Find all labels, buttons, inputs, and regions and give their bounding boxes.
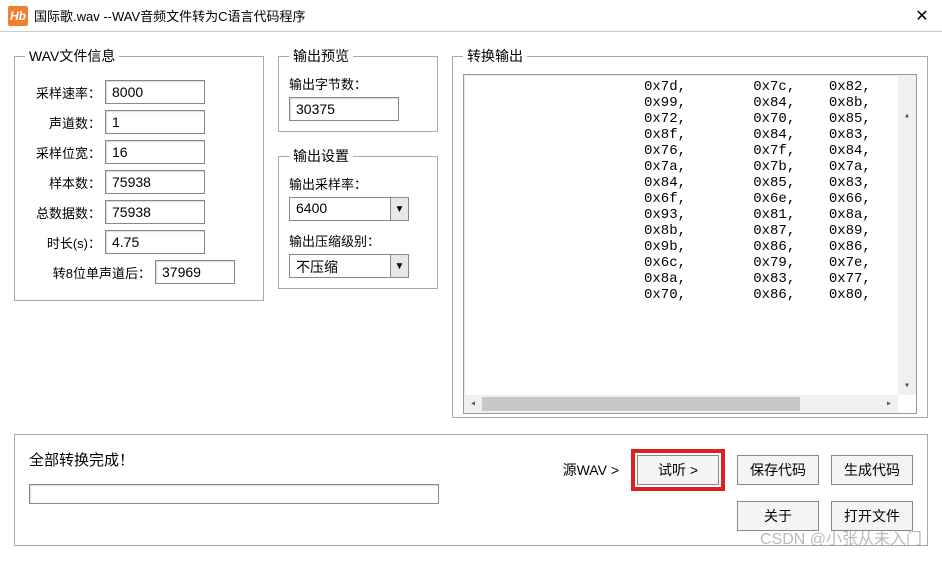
total-data-field[interactable] — [105, 200, 205, 224]
chevron-down-icon[interactable]: ▼ — [390, 198, 408, 220]
scroll-up-icon[interactable]: ▴ — [898, 107, 916, 125]
titlebar: Hb 国际歌.wav --WAV音频文件转为C语言代码程序 ✕ — [0, 0, 942, 32]
channels-field[interactable] — [105, 110, 205, 134]
progress-bar — [29, 484, 439, 504]
open-file-button[interactable]: 打开文件 — [831, 501, 913, 531]
status-text: 全部转换完成！ — [29, 449, 459, 470]
compress-value: 不压缩 — [290, 255, 390, 277]
scroll-down-icon[interactable]: ▾ — [898, 377, 916, 395]
channels-label: 声道数： — [25, 113, 105, 132]
vertical-scrollbar[interactable]: ▴ ▾ — [898, 75, 916, 395]
duration-label: 时长(s)： — [25, 233, 105, 252]
scroll-right-icon[interactable]: ▸ — [880, 395, 898, 413]
output-rate-value: 6400 — [290, 198, 390, 220]
compress-combo[interactable]: 不压缩 ▼ — [289, 254, 409, 278]
scroll-left-icon[interactable]: ◂ — [464, 395, 482, 413]
conversion-output-legend: 转换输出 — [463, 46, 527, 66]
output-settings-group: 输出设置 输出采样率： 6400 ▼ 输出压缩级别： 不压缩 ▼ — [278, 146, 438, 289]
bottom-panel: 全部转换完成！ 源WAV > 试听 > 保存代码 生成代码 关于 打开文件 — [14, 434, 928, 546]
sample-count-label: 样本数： — [25, 173, 105, 192]
wav-info-group: WAV文件信息 采样速率： 声道数： 采样位宽： 样本数： — [14, 46, 264, 301]
sample-rate-field[interactable] — [105, 80, 205, 104]
output-preview-group: 输出预览 输出字节数： — [278, 46, 438, 132]
output-bytes-field[interactable] — [289, 97, 399, 121]
window-title: 国际歌.wav --WAV音频文件转为C语言代码程序 — [34, 6, 306, 25]
conversion-output-group: 转换输出 0x7d, 0x7c, 0x82, 0x99, 0x84, 0x8b,… — [452, 46, 928, 418]
source-wav-label: 源WAV > — [563, 460, 619, 480]
bit-depth-label: 采样位宽： — [25, 143, 105, 162]
about-button[interactable]: 关于 — [737, 501, 819, 531]
bit-depth-field[interactable] — [105, 140, 205, 164]
compress-label: 输出压缩级别： — [289, 231, 427, 250]
listen-highlight: 试听 > — [631, 449, 725, 491]
sample-rate-label: 采样速率： — [25, 83, 105, 102]
duration-field[interactable] — [105, 230, 205, 254]
mono8-field[interactable] — [155, 260, 235, 284]
listen-button[interactable]: 试听 > — [637, 455, 719, 485]
generate-code-button[interactable]: 生成代码 — [831, 455, 913, 485]
save-code-button[interactable]: 保存代码 — [737, 455, 819, 485]
chevron-down-icon[interactable]: ▼ — [390, 255, 408, 277]
output-settings-legend: 输出设置 — [289, 146, 353, 166]
sample-count-field[interactable] — [105, 170, 205, 194]
horizontal-scrollbar[interactable]: ◂ ▸ — [464, 395, 898, 413]
output-preview-legend: 输出预览 — [289, 46, 353, 66]
output-bytes-label: 输出字节数： — [289, 74, 427, 93]
output-rate-combo[interactable]: 6400 ▼ — [289, 197, 409, 221]
mono8-label: 转8位单声道后： — [25, 263, 155, 282]
total-data-label: 总数据数： — [25, 203, 105, 222]
close-icon[interactable]: ✕ — [902, 0, 942, 32]
wav-info-legend: WAV文件信息 — [25, 46, 119, 66]
output-rate-label: 输出采样率： — [289, 174, 427, 193]
app-icon: Hb — [8, 6, 28, 26]
output-textarea[interactable]: 0x7d, 0x7c, 0x82, 0x99, 0x84, 0x8b, 0x72… — [463, 74, 917, 414]
scroll-thumb[interactable] — [482, 397, 800, 411]
